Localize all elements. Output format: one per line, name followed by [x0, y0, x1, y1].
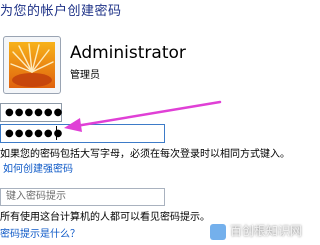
- hint-visibility-note: 所有使用这台计算机的人都可以看见密码提示。: [0, 212, 210, 223]
- watermark-logo-icon: [210, 224, 226, 240]
- strong-password-link[interactable]: 如何创建强密码: [3, 160, 73, 175]
- caps-lock-note: 如果您的密码包括大写字母，必须在每次登录时以相同方式键入。: [0, 149, 290, 160]
- hint-help-link[interactable]: 密码提示是什么？: [0, 225, 80, 240]
- watermark-text: 百创根知识网: [230, 224, 303, 238]
- password-hint-input[interactable]: 键入密码提示: [0, 188, 165, 206]
